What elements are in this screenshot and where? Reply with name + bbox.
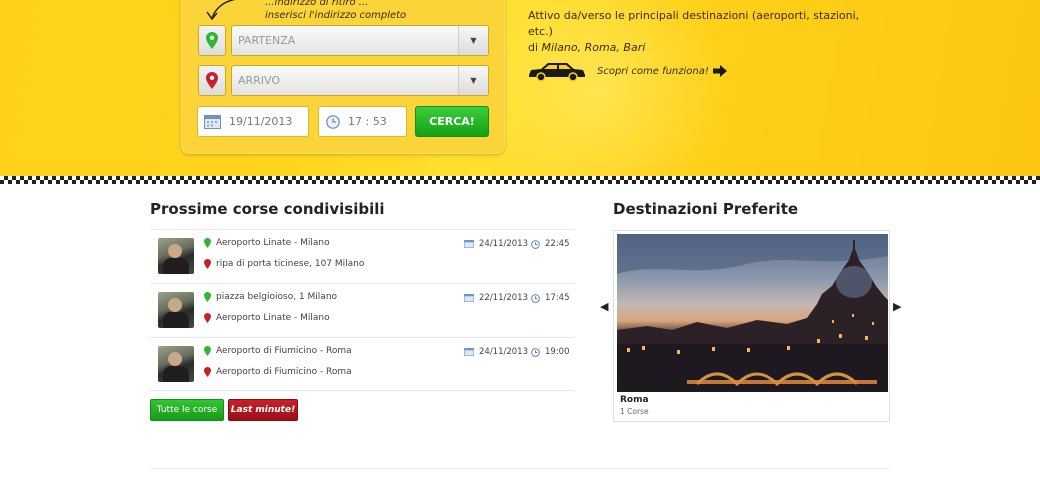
calendar-icon [464,294,474,302]
ride-date: 24/11/2013 [464,239,528,249]
ride-date-label: 24/11/2013 [479,239,528,249]
ride-date: 22/11/2013 [464,293,528,303]
ride-from: piazza belgioioso, 1 Milano [204,292,337,302]
footer-divider [150,468,890,469]
departure-placeholder: PARTENZA [238,34,296,47]
arrival-dropdown-button[interactable]: ▼ [458,66,488,95]
ride-row[interactable]: Aeroporto di Fiumicino - Roma Aeroporto … [150,337,575,391]
ride-time-label: 17:45 [545,293,570,303]
ride-date-label: 24/11/2013 [479,347,528,357]
clock-icon [531,293,540,303]
discover-link[interactable]: Scopri come funziona! [597,66,709,77]
green-pin-icon [204,292,211,302]
arrival-pin-box [198,65,226,96]
avatar [158,292,194,328]
ride-to-label: Aeroporto di Fiumicino - Roma [216,367,352,377]
carousel-prev-icon[interactable]: ◀ [600,300,608,313]
red-pin-icon [206,72,218,89]
hand-drawn-arrow-icon [206,0,236,21]
ride-date: 24/11/2013 [464,347,528,357]
green-pin-icon [204,346,211,356]
calendar-icon [464,348,474,356]
red-pin-icon [204,367,211,377]
red-pin-icon [204,313,211,323]
service-info-line2: di Milano, Roma, Bari [528,40,868,56]
discover-link-row[interactable]: Scopri come funziona! [527,60,727,82]
ride-to: Aeroporto di Fiumicino - Roma [204,367,352,377]
ride-to: Aeroporto Linate - Milano [204,313,330,323]
avatar [158,238,194,274]
ride-time-label: 22:45 [545,239,570,249]
ride-from-label: Aeroporto Linate - Milano [216,238,330,248]
ride-to: ripa di porta ticinese, 107 Milano [204,259,364,269]
clock-icon [531,347,540,357]
rides-heading: Prossime corse condivisibili [150,200,385,218]
chevron-down-icon: ▼ [470,76,477,85]
avatar [158,346,194,382]
calendar-icon [204,115,221,129]
search-hint: ...indirizzo di ritiro ... inserisci l'i… [265,0,465,22]
arrow-right-icon [712,65,727,77]
all-rides-button[interactable]: Tutte le corse [150,399,224,421]
departure-dropdown-button[interactable]: ▼ [458,26,488,55]
carousel-next-icon[interactable]: ▶ [893,300,901,313]
taxi-car-icon [529,63,585,82]
green-pin-icon [206,32,218,49]
service-info-cities: Milano, Roma, Bari [541,41,646,54]
ride-from-label: Aeroporto di Fiumicino - Roma [216,346,352,356]
clock-icon [326,115,340,129]
arrival-select[interactable]: ARRIVO ▼ [231,65,489,96]
ride-time-label: 19:00 [545,347,570,357]
destination-title: Roma [620,395,649,405]
time-value: 17 : 53 [348,115,387,128]
destination-rides-count: 1 Corse [620,407,649,416]
hint-line-2: inserisci l'indirizzo completo [265,10,407,21]
ride-to-label: Aeroporto Linate - Milano [216,313,330,323]
green-pin-icon [204,238,211,248]
date-input[interactable]: 19/11/2013 [197,106,309,137]
ride-to-label: ripa di porta ticinese, 107 Milano [216,259,365,269]
destination-card[interactable] [613,230,890,422]
date-value: 19/11/2013 [229,115,293,128]
arrival-placeholder: ARRIVO [238,74,281,87]
ride-time: 22:45 [531,239,570,249]
rides-list: Aeroporto Linate - Milano ripa di porta … [150,229,575,391]
ride-from-label: piazza belgioioso, 1 Milano [216,292,338,302]
ride-time: 19:00 [531,347,570,357]
hero-banner: ...indirizzo di ritiro ... inserisci l'i… [0,0,1040,176]
ride-from: Aeroporto di Fiumicino - Roma [204,346,352,356]
hint-line-1: ...indirizzo di ritiro ... [265,0,369,8]
destinations-heading: Destinazioni Preferite [613,200,799,218]
departure-pin-box [198,25,226,56]
search-button[interactable]: CERCA! [415,106,489,137]
clock-icon [531,239,540,249]
ride-from: Aeroporto Linate - Milano [204,238,330,248]
time-input[interactable]: 17 : 53 [318,106,407,137]
checkered-stripe [0,176,1040,184]
chevron-down-icon: ▼ [470,36,477,45]
ride-row[interactable]: piazza belgioioso, 1 Milano Aeroporto Li… [150,283,575,337]
departure-select[interactable]: PARTENZA ▼ [231,25,489,56]
calendar-icon [464,240,474,248]
rome-skyline-image [617,234,888,392]
ride-row[interactable]: Aeroporto Linate - Milano ripa di porta … [150,229,575,283]
ride-time: 17:45 [531,293,570,303]
last-minute-button[interactable]: Last minute! [228,399,298,421]
ride-date-label: 22/11/2013 [479,293,528,303]
red-pin-icon [204,259,211,269]
rome-photo [617,234,888,392]
service-info-prefix: di [528,41,542,54]
service-info-line1: Attivo da/verso le principali destinazio… [528,9,860,38]
service-info: Attivo da/verso le principali destinazio… [528,8,868,56]
